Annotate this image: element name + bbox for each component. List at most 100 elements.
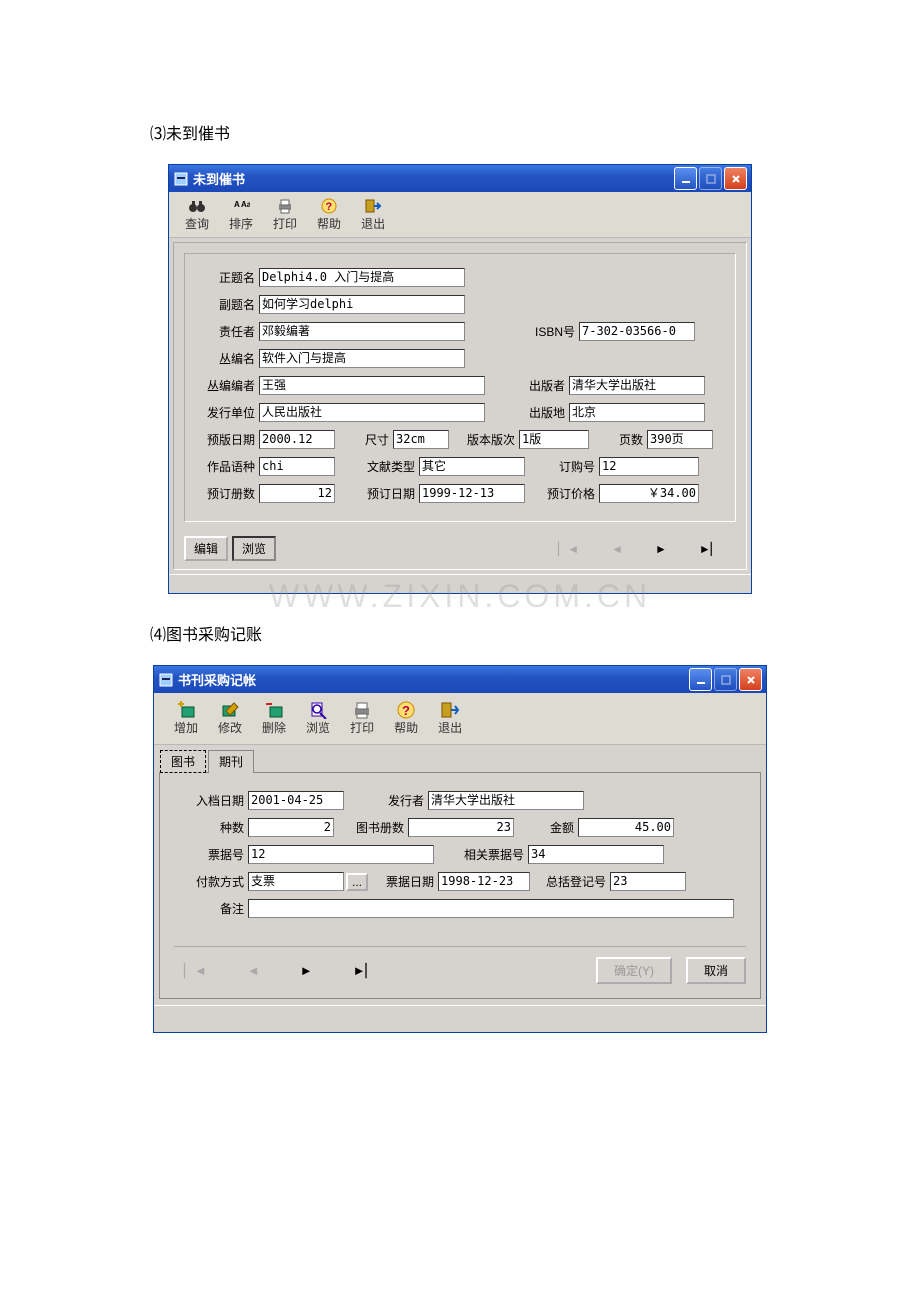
form-panel: 入档日期 2001-04-25 发行者 清华大学出版社 种数 2 图书册数 23… — [159, 772, 761, 999]
svg-text:Aa: Aa — [241, 200, 250, 209]
nav-last-icon[interactable]: ►▏ — [683, 542, 736, 556]
tab-tushu[interactable]: 图书 — [160, 750, 206, 773]
field-beizhu[interactable] — [248, 899, 734, 918]
field-faxingdw[interactable]: 人民出版社 — [259, 403, 485, 422]
label-banbenbanci: 版本版次 — [449, 431, 519, 448]
field-futiming[interactable]: 如何学习delphi — [259, 295, 465, 314]
nav-last-icon[interactable]: ►▏ — [343, 961, 386, 981]
toolbar-search[interactable]: 查询 — [175, 195, 219, 234]
field-chubandi[interactable]: 北京 — [569, 403, 705, 422]
toolbar-exit[interactable]: 退出 — [351, 195, 395, 234]
field-yudingriqi[interactable]: 1999-12-13 — [419, 484, 525, 503]
titlebar[interactable]: 书刊采购记帐 — [154, 666, 766, 693]
toolbar-help[interactable]: ? 帮助 — [307, 195, 351, 234]
toolbar-exit-label: 退出 — [361, 215, 385, 232]
label-futiming: 副题名 — [199, 296, 259, 313]
toolbar-add[interactable]: 增加 — [164, 699, 208, 738]
field-isbn[interactable]: 7-302-03566-0 — [579, 322, 695, 341]
toolbar-print[interactable]: 打印 — [263, 195, 307, 234]
field-tushuceshu[interactable]: 23 — [408, 818, 514, 837]
sort-icon: AAa — [229, 197, 253, 215]
field-zhongshu[interactable]: 2 — [248, 818, 334, 837]
label-wenxianleixing: 文献类型 — [335, 458, 419, 475]
nav-prev-icon: ◄ — [595, 542, 639, 556]
label-zhenming: 正题名 — [199, 269, 259, 286]
binoculars-icon — [185, 197, 209, 215]
close-button[interactable] — [739, 668, 762, 691]
field-xiangguanpjh[interactable]: 34 — [528, 845, 664, 864]
nav-first-icon: ▏◄ — [542, 542, 595, 556]
statusbar — [169, 574, 751, 593]
label-yudingjiage: 预订价格 — [525, 485, 599, 502]
field-dinggouhao[interactable]: 12 — [599, 457, 699, 476]
toolbar-add-label: 增加 — [174, 719, 198, 736]
label-zhongshu: 种数 — [174, 819, 248, 836]
minimize-button[interactable] — [689, 668, 712, 691]
field-chicun[interactable]: 32cm — [393, 430, 449, 449]
ok-button[interactable]: 确定(Y) — [596, 957, 672, 984]
field-yudingjiage[interactable]: ￥34.00 — [599, 484, 699, 503]
field-congbianming[interactable]: 软件入门与提高 — [259, 349, 465, 368]
field-chubanze[interactable]: 清华大学出版社 — [569, 376, 705, 395]
statusbar — [154, 1005, 766, 1032]
tabs: 图书 期刊 — [154, 745, 766, 772]
nav-next-icon[interactable]: ► — [290, 961, 323, 980]
field-zongkuodj[interactable]: 23 — [610, 872, 686, 891]
label-yeshu: 页数 — [589, 431, 647, 448]
label-congbianming: 丛编名 — [199, 350, 259, 367]
toolbar-edit[interactable]: 修改 — [208, 699, 252, 738]
field-yudingces[interactable]: 12 — [259, 484, 335, 503]
field-yubandate[interactable]: 2000.12 — [259, 430, 335, 449]
edit-button[interactable]: 编辑 — [184, 536, 228, 561]
form-panel: 正题名 Delphi4.0 入门与提高 副题名 如何学习delphi 责任者 邓… — [184, 253, 736, 522]
label-isbn: ISBN号 — [465, 323, 579, 340]
toolbar-search-label: 查询 — [185, 215, 209, 232]
toolbar-sort[interactable]: AAa 排序 — [219, 195, 263, 234]
toolbar-edit-label: 修改 — [218, 719, 242, 736]
field-congbianbianzhe[interactable]: 王强 — [259, 376, 485, 395]
nav-next-icon[interactable]: ► — [639, 542, 683, 556]
titlebar[interactable]: 未到催书 — [169, 165, 751, 192]
field-rudang[interactable]: 2001-04-25 — [248, 791, 344, 810]
exit-icon — [438, 701, 462, 719]
window-caigou: 书刊采购记帐 增加 修改 删除 — [153, 665, 767, 1033]
more-button[interactable]: ... — [346, 873, 368, 891]
toolbar-print-label: 打印 — [350, 719, 374, 736]
field-zerenzhe[interactable]: 邓毅编著 — [259, 322, 465, 341]
browse-button[interactable]: 浏览 — [232, 536, 276, 561]
label-faxingdw: 发行单位 — [199, 404, 259, 421]
toolbar-help-label: 帮助 — [317, 215, 341, 232]
app-icon — [173, 171, 189, 187]
svg-text:A: A — [234, 200, 240, 209]
exit-icon — [361, 197, 385, 215]
field-piaojurq[interactable]: 1998-12-23 — [438, 872, 530, 891]
toolbar-help[interactable]: ? 帮助 — [384, 699, 428, 738]
field-jine[interactable]: 45.00 — [578, 818, 674, 837]
window-title: 未到催书 — [193, 169, 672, 188]
toolbar-exit[interactable]: 退出 — [428, 699, 472, 738]
toolbar-delete[interactable]: 删除 — [252, 699, 296, 738]
field-faxingzhe[interactable]: 清华大学出版社 — [428, 791, 584, 810]
add-icon — [174, 701, 198, 719]
field-piaojuhao[interactable]: 12 — [248, 845, 434, 864]
field-fukuanfs[interactable]: 支票 — [248, 872, 344, 891]
field-zhenming[interactable]: Delphi4.0 入门与提高 — [259, 268, 465, 287]
tab-qikan[interactable]: 期刊 — [208, 750, 254, 773]
field-banbenbanci[interactable]: 1版 — [519, 430, 589, 449]
label-yudingriqi: 预订日期 — [335, 485, 419, 502]
toolbar-browse[interactable]: 浏览 — [296, 699, 340, 738]
toolbar-print[interactable]: 打印 — [340, 699, 384, 738]
close-button[interactable] — [724, 167, 747, 190]
field-wenxianleixing[interactable]: 其它 — [419, 457, 525, 476]
cancel-button[interactable]: 取消 — [686, 957, 746, 984]
field-yeshu[interactable]: 390页 — [647, 430, 713, 449]
printer-icon — [273, 197, 297, 215]
app-icon — [158, 672, 174, 688]
field-zuopinyuzhong[interactable]: chi — [259, 457, 335, 476]
caption-4: ⑷图书采购记账 — [150, 621, 920, 645]
help-icon: ? — [394, 701, 418, 719]
nav-first-icon: ▏◄ — [174, 961, 217, 981]
toolbar: 查询 AAa 排序 打印 ? 帮助 退出 — [169, 192, 751, 238]
minimize-button[interactable] — [674, 167, 697, 190]
toolbar-exit-label: 退出 — [438, 719, 462, 736]
